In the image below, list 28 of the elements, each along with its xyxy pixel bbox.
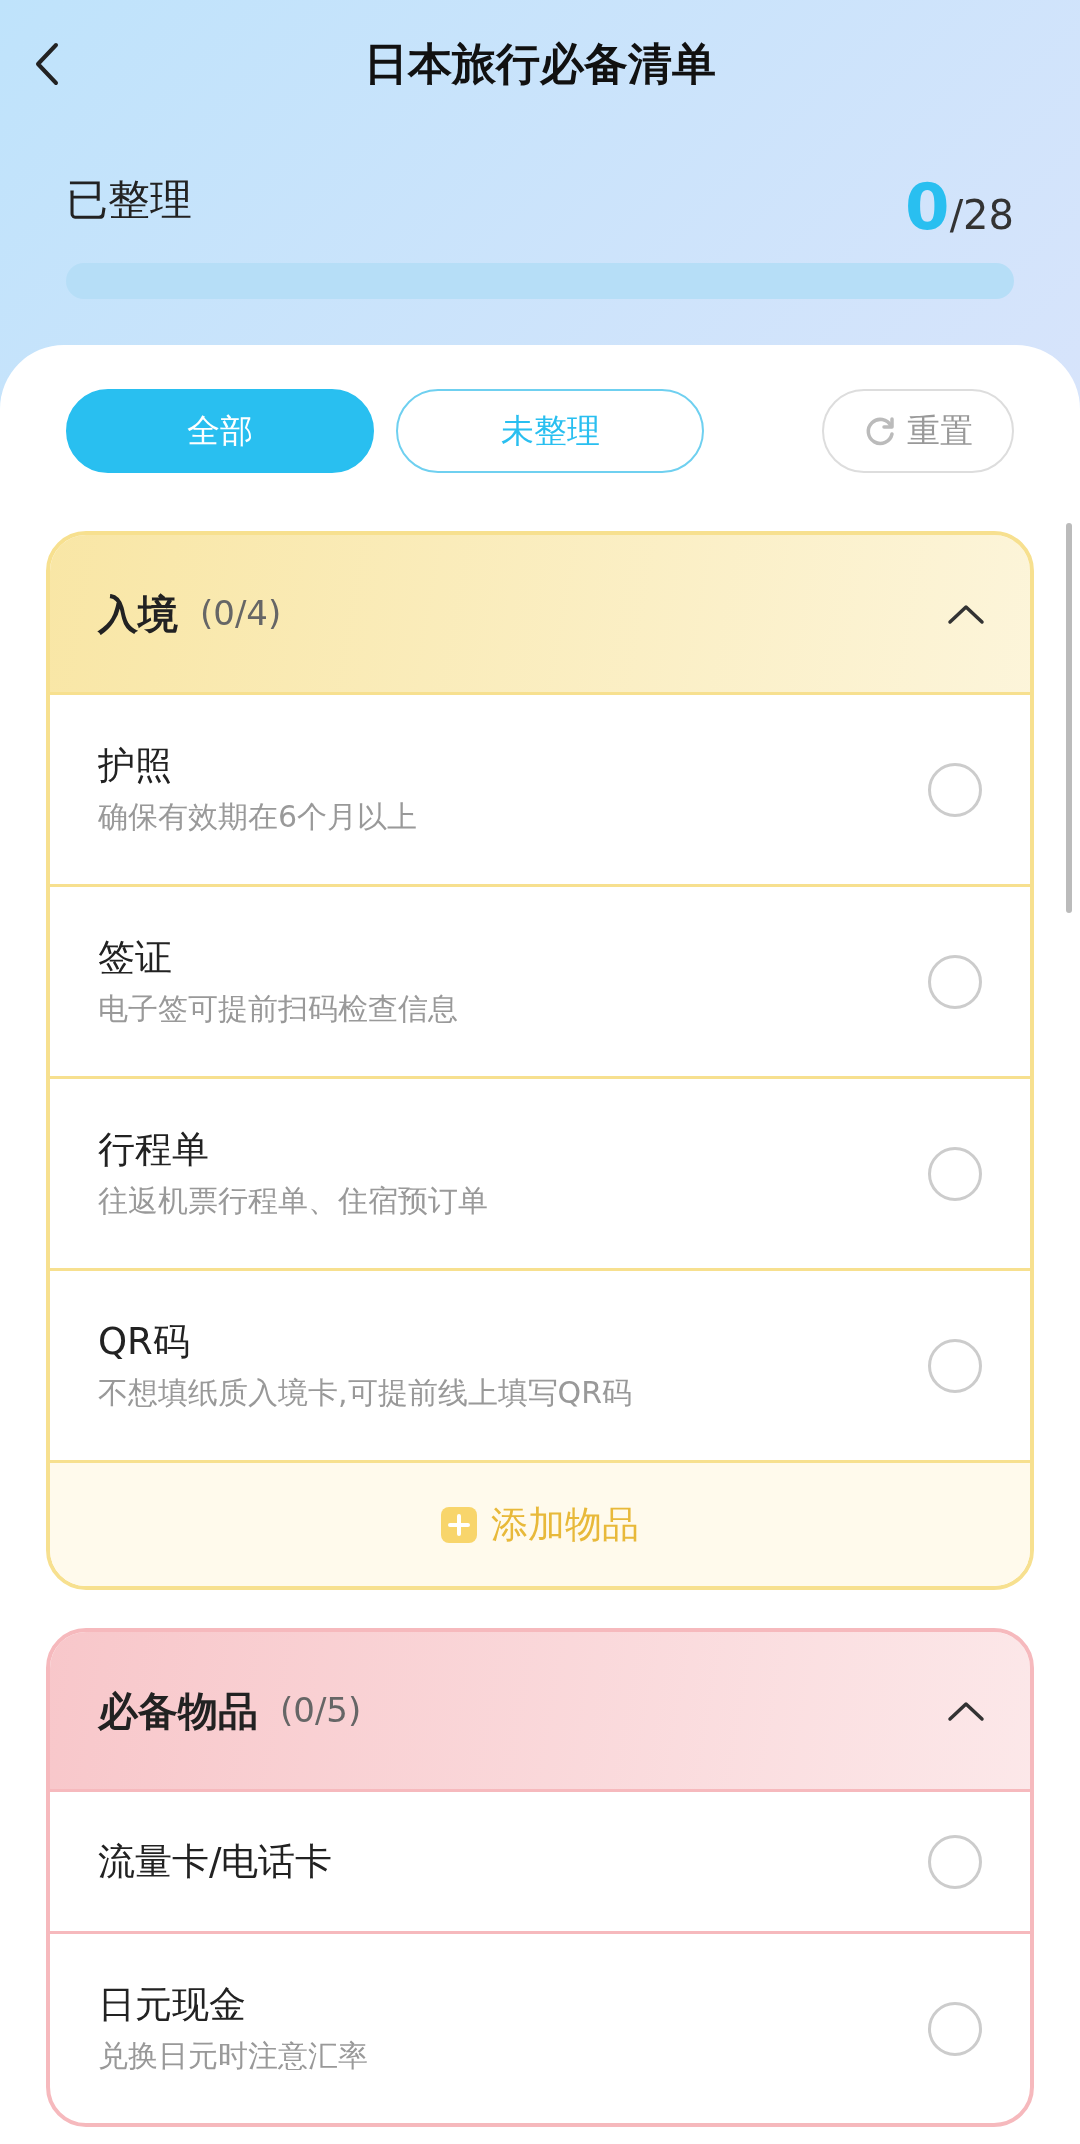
plus-icon bbox=[441, 1506, 477, 1543]
category-header[interactable]: 入境 (0/4) bbox=[50, 535, 1030, 692]
item-name: 护照 bbox=[98, 747, 173, 784]
category-title: 必备物品 bbox=[98, 1686, 258, 1736]
item-name: 签证 bbox=[98, 939, 173, 976]
item-note: 兑换日元时注意汇率 bbox=[98, 2041, 368, 2071]
item-name: 行程单 bbox=[98, 1131, 210, 1168]
category-header[interactable]: 必备物品 (0/5) bbox=[50, 1632, 1030, 1789]
progress-label: 已整理 bbox=[66, 174, 192, 226]
item-name: QR码 bbox=[98, 1323, 191, 1360]
checklist-item[interactable]: 行程单 往返机票行程单、住宿预订单 bbox=[50, 1076, 1030, 1268]
item-note: 电子签可提前扫码检查信息 bbox=[98, 994, 458, 1024]
done-count: 0 bbox=[905, 175, 950, 239]
total-count: /28 bbox=[949, 195, 1014, 235]
item-note: 往返机票行程单、住宿预订单 bbox=[98, 1186, 488, 1216]
checklist-item[interactable]: 日元现金 兑换日元时注意汇率 bbox=[50, 1931, 1030, 2123]
category-title: 入境 bbox=[98, 589, 178, 639]
item-note: 确保有效期在6个月以上 bbox=[98, 802, 418, 832]
item-note: 不想填纸质入境卡,可提前线上填写QR码 bbox=[98, 1378, 632, 1408]
checklist-item[interactable]: 流量卡/电话卡 bbox=[50, 1789, 1030, 1931]
category-count: (0/4) bbox=[200, 592, 282, 635]
item-name: 日元现金 bbox=[98, 1986, 247, 2023]
back-icon[interactable] bbox=[34, 41, 60, 87]
item-name: 流量卡/电话卡 bbox=[98, 1843, 333, 1880]
category-count: (0/5) bbox=[280, 1689, 362, 1732]
checklist-item[interactable]: 护照 确保有效期在6个月以上 bbox=[50, 692, 1030, 884]
page-title: 日本旅行必备清单 bbox=[364, 37, 716, 91]
checklist-item[interactable]: 签证 电子签可提前扫码检查信息 bbox=[50, 884, 1030, 1076]
